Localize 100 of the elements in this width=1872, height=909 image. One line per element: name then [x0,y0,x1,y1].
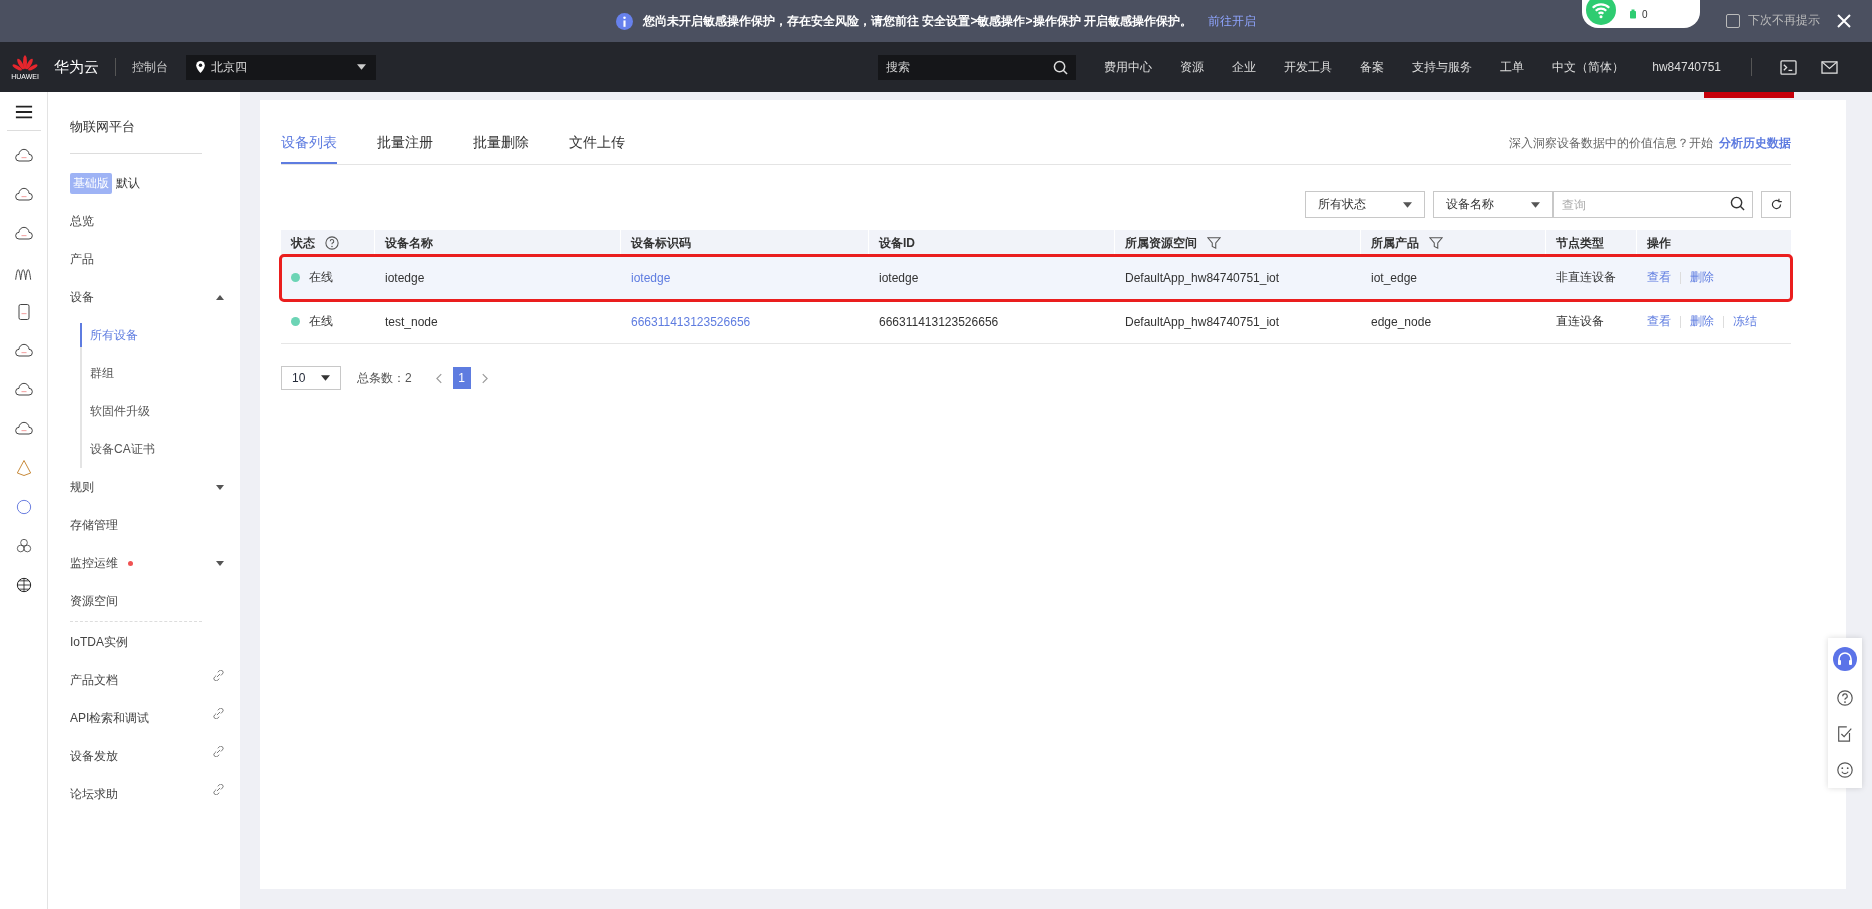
sidebar-item[interactable]: IoTDA实例 [70,633,128,651]
filter-icon[interactable] [1429,236,1443,250]
table-cell: DefaultApp_hw84740751_iot [1125,314,1280,329]
sidebar-item[interactable]: API检索和调试 [70,709,150,727]
link-icon [213,783,224,795]
expand-icon[interactable] [216,484,224,490]
region-select[interactable]: 北京四 [186,54,376,80]
nav-menu-item[interactable]: 支持与服务 [1412,58,1473,76]
device-code-link[interactable]: iotedge [631,270,671,285]
analyze-link[interactable]: 分析历史数据 [1719,135,1791,164]
tab[interactable]: 文件上传 [569,134,625,164]
help-icon[interactable] [1836,689,1854,707]
link-icon [213,669,224,681]
info-icon [616,12,634,30]
sidebar-item[interactable]: 存储管理 [70,516,118,534]
caret-icon [357,64,366,70]
tab[interactable]: 设备列表 [281,134,337,164]
link-icon [213,745,224,757]
brand-name[interactable]: 华为云 [54,57,99,77]
search-field[interactable]: 搜索 [878,54,1077,80]
page-size-select[interactable]: 10 [281,366,341,390]
tab[interactable]: 批量注册 [377,134,433,164]
column-header: 设备标识码 [631,234,691,252]
column-header: 状态 [291,234,315,252]
edition-badge: 基础版 [70,172,112,194]
table-cell: 非直连设备 [1556,269,1616,286]
caret-icon [1403,201,1412,208]
edition-name: 默认 [116,174,140,192]
search-icon [1730,196,1745,211]
filter-icon[interactable] [1207,236,1221,250]
refresh-button[interactable] [1761,191,1791,218]
help-icon[interactable] [325,236,339,250]
checkbox[interactable] [1726,13,1740,28]
headset-icon[interactable] [1833,647,1857,671]
table-cell: edge_node [1371,314,1432,329]
table-cell: test_node [385,314,438,329]
sidebar-item[interactable]: 设备发放 [70,747,118,765]
column-header: 设备名称 [385,234,433,252]
sidebar-item[interactable]: 产品 [70,250,94,268]
field-select[interactable]: 设备名称 [1433,191,1553,218]
user-name[interactable]: hw84740751 [1652,60,1721,74]
action-link[interactable]: 删除 [1690,313,1714,330]
count-text: 0 [1642,8,1648,20]
nav-menu-item[interactable]: 开发工具 [1284,58,1333,76]
location-pin-icon [196,61,205,73]
cloud-icon[interactable] [13,186,34,204]
caret-icon [1531,201,1540,208]
sidebar-subitem[interactable]: 设备CA证书 [80,430,240,468]
nav-menu-item[interactable]: 工单 [1500,58,1525,76]
device-code-link[interactable]: 666311413123526656 [631,314,751,329]
sidebar-subitem[interactable]: 软固件升级 [80,392,240,430]
status-select[interactable]: 所有状态 [1305,191,1425,218]
action-link[interactable]: 查看 [1647,313,1671,330]
column-header: 操作 [1647,234,1671,252]
enable-link[interactable]: 前往开启 [1207,12,1256,30]
collapse-icon[interactable] [216,294,224,300]
table-cell: 直连设备 [1556,313,1604,330]
sidebar-item[interactable]: 总览 [70,212,94,230]
sidebar-item[interactable]: 产品文档 [70,671,118,689]
cloud-icon[interactable] [13,381,34,399]
notice-text: 您尚未开启敏感操作保护，存在安全风险，请您前往 安全设置>敏感操作>操作保护 开启敏感操作保护。 [643,12,1192,30]
terminal-icon[interactable] [1780,59,1797,75]
petals-icon [12,54,38,73]
insight-text: 深入洞察设备数据中的价值信息？开始 [1509,135,1713,152]
mail-icon[interactable] [1821,59,1838,75]
battery-icon [1630,9,1636,19]
nav-menu-item[interactable]: 费用中心 [1104,58,1153,76]
sidebar-item[interactable]: 设备 [70,288,94,306]
query-field[interactable]: 查询 [1553,191,1753,218]
cloud-icon[interactable] [13,225,34,243]
expand-icon[interactable] [216,560,224,566]
sidebar-item[interactable]: 资源空间 [70,592,118,610]
tab[interactable]: 批量删除 [473,134,529,164]
close-icon[interactable] [1836,13,1852,29]
column-header: 设备ID [879,234,915,252]
sidebar-item[interactable]: 论坛求助 [70,785,118,803]
cloud-icon[interactable] [13,342,34,360]
menu-icon[interactable] [14,104,33,120]
column-header: 所属产品 [1371,234,1419,252]
sidebar-item[interactable]: 监控运维 [70,554,118,572]
console-link[interactable]: 控制台 [132,58,168,76]
status-text: 在线 [309,313,333,330]
nav-menu-item[interactable]: 中文（简体） [1552,58,1625,76]
action-link[interactable]: 删除 [1690,269,1714,286]
nav-menu-item[interactable]: 备案 [1360,58,1385,76]
cloud-icon[interactable] [13,147,34,165]
sidebar-subitem[interactable]: 群组 [80,354,240,392]
total-count: 总条数：2 [357,369,412,387]
action-link[interactable]: 冻结 [1733,313,1757,330]
cloud-icon[interactable] [13,420,34,438]
table-cell: iotedge [385,270,425,285]
nav-menu-item[interactable]: 资源 [1180,58,1205,76]
page-number[interactable]: 1 [452,367,471,389]
sidebar-item[interactable]: 规则 [70,478,94,496]
table-cell: iotedge [879,270,919,285]
action-link[interactable]: 查看 [1647,269,1671,286]
status-text: 在线 [309,269,333,286]
nav-menu-item[interactable]: 企业 [1232,58,1257,76]
smiley-icon[interactable] [1836,761,1854,779]
checklist-icon[interactable] [1836,725,1854,743]
